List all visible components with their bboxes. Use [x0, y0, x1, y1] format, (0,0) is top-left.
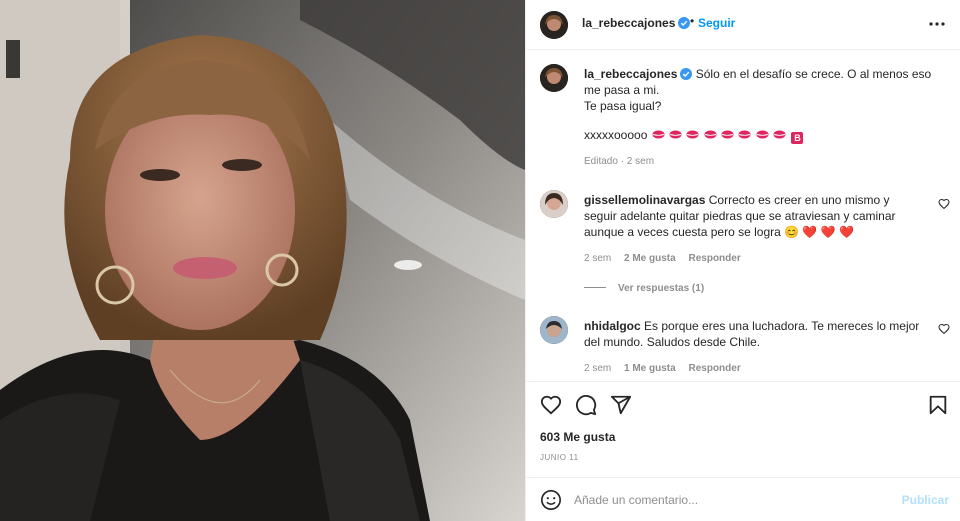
b-badge: B: [791, 132, 804, 144]
reply-button[interactable]: Responder: [688, 363, 740, 374]
like-comment-icon[interactable]: [938, 198, 950, 210]
comment-likes[interactable]: 2 Me gusta: [624, 253, 676, 264]
caption-line-2: Te pasa igual?: [584, 99, 662, 113]
reply-button[interactable]: Responder: [688, 253, 740, 264]
kiss-mark-icon: [721, 130, 734, 139]
post-date: JUNIO 11: [540, 453, 579, 462]
share-icon[interactable]: [610, 394, 632, 416]
comment-likes[interactable]: 1 Me gusta: [624, 363, 676, 374]
comment-emojis: 😊 ❤️ ❤️ ❤️: [784, 225, 854, 239]
verified-badge-icon: [680, 68, 693, 80]
avatar[interactable]: [540, 64, 568, 92]
replies-divider: [584, 287, 606, 288]
publish-button[interactable]: Publicar: [902, 493, 949, 507]
bookmark-icon[interactable]: [927, 394, 949, 416]
verified-badge-icon: [678, 17, 691, 29]
caption-edited: Editado · 2 sem: [584, 156, 655, 167]
post-panel: la_rebeccajones • Seguir la_rebeccajones…: [525, 0, 960, 521]
post-actions: [526, 381, 960, 431]
view-replies-label: Ver respuestas (1): [618, 283, 705, 294]
kiss-mark-icon: [686, 130, 699, 139]
comment-icon[interactable]: [575, 394, 597, 416]
selfie-photo: [0, 0, 525, 521]
comment-input[interactable]: [574, 489, 894, 511]
kiss-mark-icon: [652, 130, 665, 139]
header-username[interactable]: la_rebeccajones: [582, 16, 691, 30]
caption-xo-line: xxxxxooooo B: [584, 128, 804, 144]
kiss-mark-icon: [773, 130, 786, 139]
caption-username[interactable]: la_rebeccajones: [584, 67, 693, 81]
avatar[interactable]: [540, 11, 568, 39]
post-photo[interactable]: [0, 0, 525, 521]
view-replies-button[interactable]: Ver respuestas (1): [584, 283, 704, 294]
heart-icon[interactable]: [540, 394, 562, 416]
emoji-icon[interactable]: [540, 489, 562, 511]
avatar[interactable]: [540, 316, 568, 344]
like-comment-icon[interactable]: [938, 323, 950, 335]
more-horizontal-icon[interactable]: [927, 14, 947, 34]
avatar[interactable]: [540, 190, 568, 218]
comment-username[interactable]: nhidalgoc: [584, 319, 641, 333]
kiss-mark-icon: [669, 130, 682, 139]
likes-count[interactable]: 603 Me gusta: [540, 430, 615, 444]
comment-username[interactable]: gissellemolinavargas: [584, 193, 705, 207]
kiss-mark-icon: [704, 130, 717, 139]
comment-time: 2 sem: [584, 363, 612, 374]
comment-text: nhidalgoc Es porque eres una luchadora. …: [584, 318, 924, 350]
comment-time: 2 sem: [584, 253, 612, 264]
header-separator: •: [690, 14, 695, 28]
comment-text: gissellemolinavargas Correcto es creer e…: [584, 192, 924, 240]
follow-button[interactable]: Seguir: [698, 16, 735, 30]
comment-bar: Publicar: [526, 477, 960, 521]
caption-text: la_rebeccajones Sólo en el desafío se cr…: [584, 66, 944, 114]
kiss-mark-icon: [738, 130, 751, 139]
comment-meta: 2 sem 1 Me gusta Responder: [584, 363, 751, 374]
post-header: la_rebeccajones • Seguir: [526, 0, 960, 50]
comment-meta: 2 sem 2 Me gusta Responder: [584, 253, 751, 264]
caption-xo: xxxxxooooo: [584, 128, 648, 142]
kiss-mark-icon: [756, 130, 769, 139]
